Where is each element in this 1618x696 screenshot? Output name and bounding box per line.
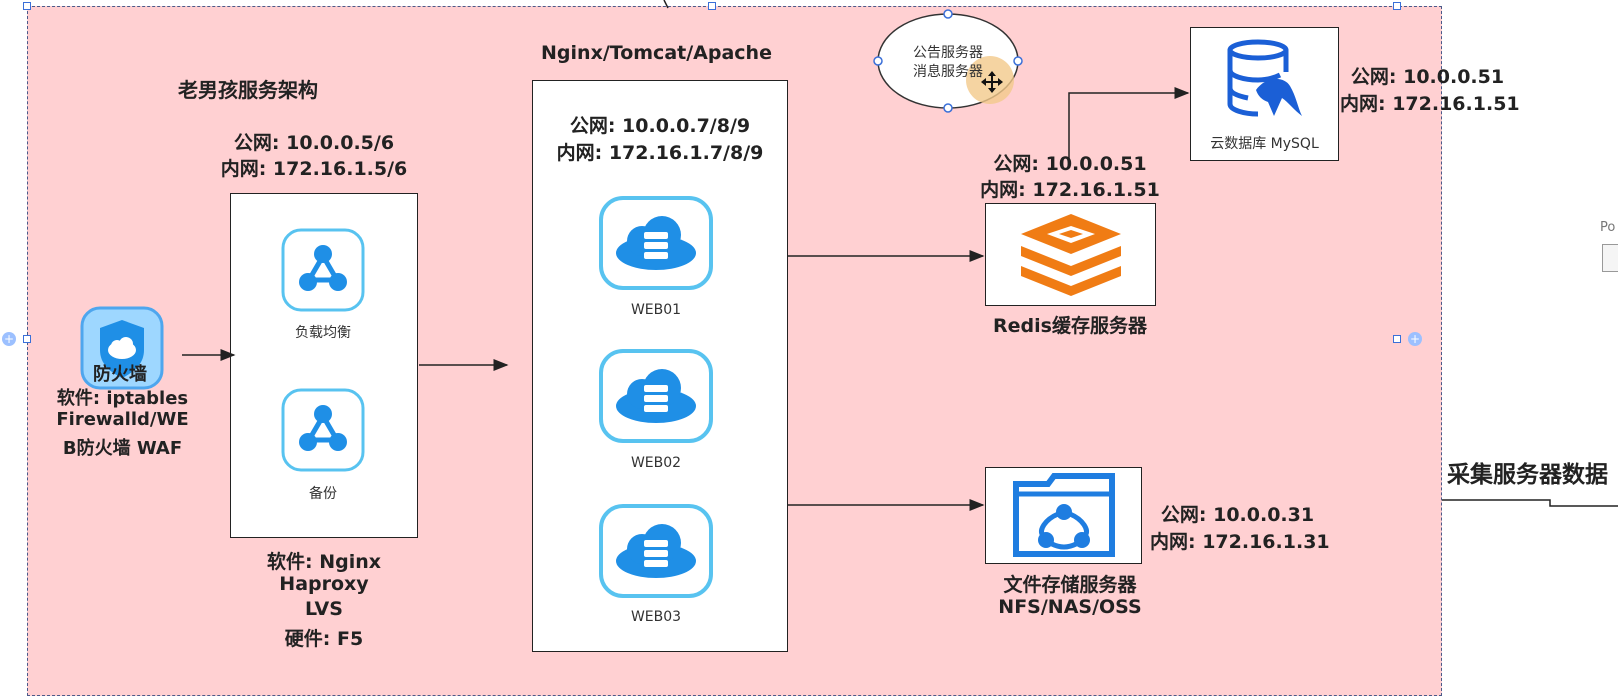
- diagram-canvas: + + 老男孩服务架构 防火墙 软件: iptables Firewalld/W…: [0, 0, 1618, 696]
- connector-lines: [182, 0, 1618, 511]
- arrow-redis-to-mysql: [1068, 87, 1190, 160]
- line-to-collect: [1442, 499, 1618, 507]
- top-connector-stub: [663, 0, 669, 9]
